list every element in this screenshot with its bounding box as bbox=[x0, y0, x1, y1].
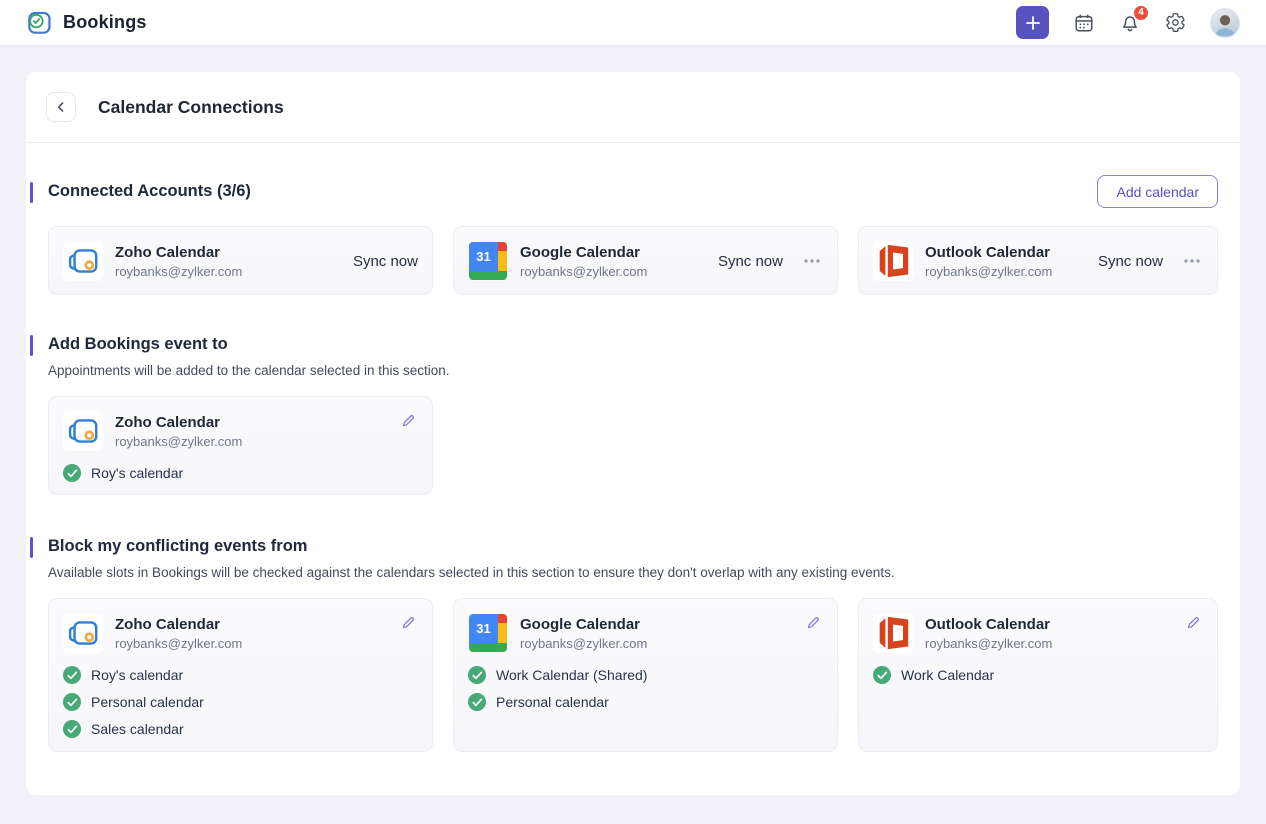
bookings-logo-icon bbox=[26, 9, 53, 36]
pencil-icon bbox=[806, 615, 821, 630]
ellipsis-icon bbox=[1183, 258, 1201, 264]
calendar-nav-button[interactable] bbox=[1073, 12, 1095, 34]
sync-now-link[interactable]: Sync now bbox=[353, 253, 418, 270]
calendar-label: Roy's calendar bbox=[91, 465, 183, 481]
app-title: Bookings bbox=[63, 12, 147, 33]
more-options-button[interactable] bbox=[1181, 256, 1203, 266]
connected-card-outlook: Outlook Calendar roybanks@zylker.com Syn… bbox=[858, 226, 1218, 295]
check-icon bbox=[873, 666, 891, 684]
sync-now-link[interactable]: Sync now bbox=[1098, 253, 1163, 270]
section-title-block-events: Block my conflicting events from bbox=[48, 537, 307, 556]
calendar-email: roybanks@zylker.com bbox=[520, 264, 647, 279]
section-title-connected-accounts: Connected Accounts (3/6) bbox=[48, 182, 251, 201]
calendar-label: Personal calendar bbox=[91, 694, 204, 710]
calendar-name: Zoho Calendar bbox=[115, 414, 242, 431]
section-title-add-event: Add Bookings event to bbox=[48, 335, 228, 354]
calendar-email: roybanks@zylker.com bbox=[115, 636, 242, 651]
calendar-email: roybanks@zylker.com bbox=[520, 636, 647, 651]
check-icon bbox=[468, 693, 486, 711]
add-calendar-button[interactable]: Add calendar bbox=[1097, 175, 1218, 208]
notifications-button[interactable]: 4 bbox=[1119, 12, 1141, 34]
calendar-connections-panel: Calendar Connections Connected Accounts … bbox=[26, 72, 1240, 795]
more-options-button[interactable] bbox=[801, 256, 823, 266]
calendar-name: Google Calendar bbox=[520, 616, 647, 633]
calendar-label: Personal calendar bbox=[496, 694, 609, 710]
selected-calendar-item: Sales calendar bbox=[63, 720, 418, 738]
edit-button[interactable] bbox=[399, 411, 418, 430]
panel-header: Calendar Connections bbox=[26, 72, 1240, 143]
calendar-label: Sales calendar bbox=[91, 721, 184, 737]
sync-now-link[interactable]: Sync now bbox=[718, 253, 783, 270]
check-icon bbox=[468, 666, 486, 684]
calendar-label: Work Calendar bbox=[901, 667, 994, 683]
gear-icon bbox=[1165, 12, 1186, 33]
block-events-row: Zoho Calendar roybanks@zylker.com bbox=[48, 598, 1218, 752]
block-card-zoho: Zoho Calendar roybanks@zylker.com bbox=[48, 598, 433, 752]
connected-card-google: 31 Google Calendar roybanks@zylker.com S… bbox=[453, 226, 838, 295]
calendar-name: Google Calendar bbox=[520, 244, 647, 261]
calendar-label: Work Calendar (Shared) bbox=[496, 667, 647, 683]
topbar-actions: 4 bbox=[1016, 6, 1240, 39]
calendar-name: Outlook Calendar bbox=[925, 244, 1052, 261]
check-icon bbox=[63, 464, 81, 482]
selected-calendar-item: Roy's calendar bbox=[63, 666, 418, 684]
section-description-add-event: Appointments will be added to the calend… bbox=[48, 363, 1218, 378]
notification-badge: 4 bbox=[1133, 5, 1149, 21]
selected-calendar-item: Work Calendar bbox=[873, 666, 1203, 684]
google-calendar-day: 31 bbox=[469, 242, 498, 271]
edit-button[interactable] bbox=[804, 613, 823, 632]
google-calendar-day: 31 bbox=[469, 614, 498, 643]
calendar-email: roybanks@zylker.com bbox=[925, 636, 1052, 651]
chevron-left-icon bbox=[54, 100, 68, 114]
calendar-icon bbox=[1073, 12, 1095, 34]
add-event-card-zoho: Zoho Calendar roybanks@zylker.com Roy's … bbox=[48, 396, 433, 495]
ellipsis-icon bbox=[803, 258, 821, 264]
calendar-name: Zoho Calendar bbox=[115, 616, 242, 633]
calendar-email: roybanks@zylker.com bbox=[925, 264, 1052, 279]
selected-calendar-item: Personal calendar bbox=[63, 693, 418, 711]
outlook-calendar-icon bbox=[873, 613, 913, 653]
block-card-outlook: Outlook Calendar roybanks@zylker.com bbox=[858, 598, 1218, 752]
edit-button[interactable] bbox=[399, 613, 418, 632]
user-avatar[interactable] bbox=[1210, 8, 1240, 38]
selected-calendar-item: Personal calendar bbox=[468, 693, 823, 711]
page-title: Calendar Connections bbox=[98, 97, 284, 118]
edit-button[interactable] bbox=[1184, 613, 1203, 632]
check-icon bbox=[63, 720, 81, 738]
settings-button[interactable] bbox=[1165, 12, 1186, 33]
calendar-name: Zoho Calendar bbox=[115, 244, 242, 261]
pencil-icon bbox=[1186, 615, 1201, 630]
outlook-calendar-icon bbox=[873, 241, 913, 281]
pencil-icon bbox=[401, 413, 416, 428]
calendar-name: Outlook Calendar bbox=[925, 616, 1052, 633]
connected-accounts-row: Zoho Calendar roybanks@zylker.com Sync n… bbox=[48, 226, 1218, 295]
selected-calendar-item: Work Calendar (Shared) bbox=[468, 666, 823, 684]
google-calendar-icon: 31 bbox=[468, 613, 508, 653]
plus-icon bbox=[1025, 15, 1041, 31]
zoho-calendar-icon bbox=[63, 241, 103, 281]
check-icon bbox=[63, 693, 81, 711]
section-description-block-events: Available slots in Bookings will be chec… bbox=[48, 565, 1218, 580]
brand: Bookings bbox=[26, 9, 147, 36]
pencil-icon bbox=[401, 615, 416, 630]
zoho-calendar-icon bbox=[63, 613, 103, 653]
connected-card-zoho: Zoho Calendar roybanks@zylker.com Sync n… bbox=[48, 226, 433, 295]
create-button[interactable] bbox=[1016, 6, 1049, 39]
zoho-calendar-icon bbox=[63, 411, 103, 451]
calendar-email: roybanks@zylker.com bbox=[115, 434, 242, 449]
calendar-label: Roy's calendar bbox=[91, 667, 183, 683]
top-navigation-bar: Bookings bbox=[0, 0, 1266, 46]
block-card-google: 31 Google Calendar roybanks@zylker.com bbox=[453, 598, 838, 752]
selected-calendar-item: Roy's calendar bbox=[63, 464, 418, 482]
calendar-email: roybanks@zylker.com bbox=[115, 264, 242, 279]
back-button[interactable] bbox=[46, 92, 76, 122]
check-icon bbox=[63, 666, 81, 684]
google-calendar-icon: 31 bbox=[468, 241, 508, 281]
